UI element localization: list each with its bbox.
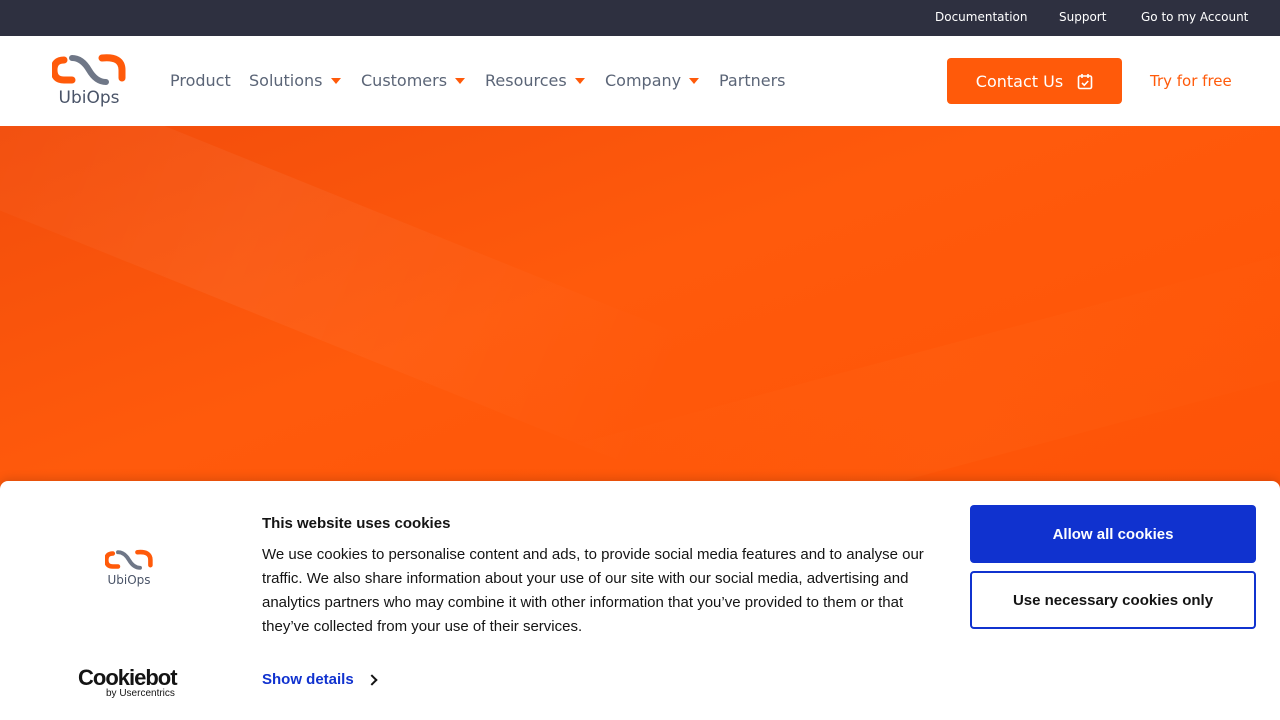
nav-label: Product: [170, 71, 231, 90]
contact-us-button[interactable]: Contact Us: [947, 58, 1122, 104]
main-header: UbiOps Product Solutions Customers Resou…: [0, 36, 1280, 126]
necessary-cookies-button[interactable]: Use necessary cookies only: [970, 571, 1256, 629]
account-link[interactable]: Go to my Account: [1141, 10, 1248, 24]
nav-company[interactable]: Company: [605, 71, 700, 90]
support-link[interactable]: Support: [1059, 10, 1106, 24]
ubiops-logo-icon: [50, 54, 126, 85]
nav-label: Solutions: [249, 71, 323, 90]
nav-solutions[interactable]: Solutions: [249, 71, 341, 90]
nav-label: Customers: [361, 71, 448, 90]
logo-wordmark: UbiOps: [58, 88, 120, 108]
cookie-banner-text: We use cookies to personalise content an…: [262, 546, 924, 635]
nav-partners[interactable]: Partners: [719, 71, 785, 90]
cookie-consent-banner: UbiOps Cookiebot by Usercentrics This we…: [0, 481, 1280, 720]
nav-resources[interactable]: Resources: [485, 71, 585, 90]
utility-bar: Documentation Support Go to my Account: [0, 0, 1280, 36]
nav-label: Partners: [719, 71, 786, 90]
nav-product[interactable]: Product: [170, 71, 231, 90]
cookiebot-wordmark: Cookiebot: [78, 665, 178, 690]
chevron-right-icon: [366, 673, 378, 686]
show-details-label: Show details: [262, 671, 354, 688]
calendar-check-icon: [1077, 73, 1093, 89]
logo-wordmark: UbiOps: [107, 573, 151, 587]
cookie-banner-title: This website uses cookies: [262, 515, 451, 532]
allow-all-cookies-button[interactable]: Allow all cookies: [970, 505, 1256, 563]
try-for-free-link[interactable]: Try for free: [1150, 72, 1232, 90]
caret-down-icon: [689, 77, 700, 84]
nav-label: Company: [605, 71, 682, 90]
contact-us-label: Contact Us: [975, 71, 1064, 91]
show-details-link[interactable]: Show details: [262, 671, 378, 688]
cookiebot-subtitle: by Usercentrics: [106, 688, 175, 699]
cookie-banner-logo: UbiOps: [104, 547, 153, 591]
ubiops-logo-icon: [104, 549, 153, 570]
documentation-link[interactable]: Documentation: [935, 10, 1028, 24]
caret-down-icon: [330, 77, 341, 84]
hero-background-texture: [0, 126, 694, 470]
ubiops-logo[interactable]: UbiOps: [50, 50, 126, 112]
caret-down-icon: [574, 77, 585, 84]
nav-customers[interactable]: Customers: [361, 71, 466, 90]
caret-down-icon: [455, 77, 466, 84]
cookiebot-logo[interactable]: Cookiebot by Usercentrics: [78, 665, 178, 699]
nav-label: Resources: [485, 71, 567, 90]
